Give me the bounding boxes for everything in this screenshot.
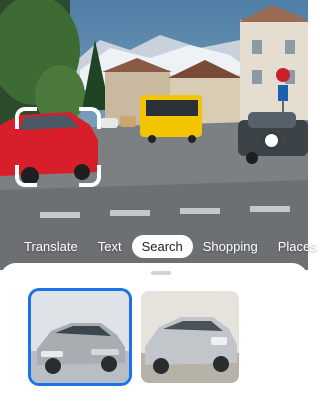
crop-corner-bottom-left-handle[interactable] [15,165,37,187]
silver-hatchback-thumbnail [141,291,239,383]
result-card-silver-sedan[interactable] [31,291,129,383]
crop-corner-top-right-handle[interactable] [79,107,101,129]
lens-mode-tabs: Translate Text Search Shopping Places [0,232,317,260]
tab-translate[interactable]: Translate [14,235,88,258]
sheet-drag-handle[interactable] [151,271,171,275]
crop-corner-bottom-right-handle[interactable] [79,165,101,187]
object-target-dot-icon[interactable] [265,134,278,147]
results-bottom-sheet [0,263,308,403]
crop-selection-frame[interactable] [15,107,101,187]
tab-text[interactable]: Text [88,235,132,258]
tab-search[interactable]: Search [131,234,193,258]
tab-places[interactable]: Places [268,235,320,258]
result-card-silver-hatchback[interactable] [141,291,239,383]
crop-corner-top-left-handle[interactable] [15,107,37,129]
silver-sedan-thumbnail [31,291,129,383]
tab-shopping[interactable]: Shopping [193,235,268,258]
camera-viewfinder[interactable] [0,0,308,270]
